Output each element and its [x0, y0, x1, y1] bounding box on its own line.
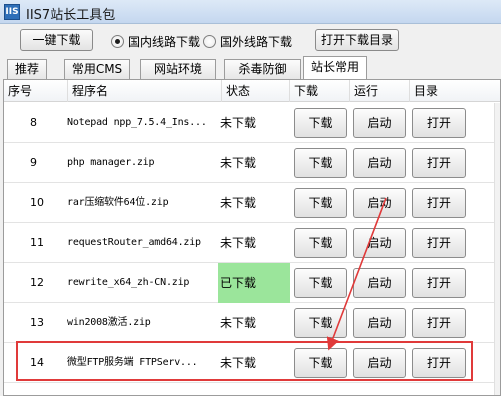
run-button[interactable]: 启动: [353, 228, 406, 258]
program-list-panel: 序号 程序名 状态 下载 运行 目录 14 微型FTP服务端 FTPServ...…: [3, 79, 501, 396]
table-row[interactable]: 14 微型FTP服务端 FTPServ... 未下载 下载 启动 打开: [4, 343, 494, 383]
table-row[interactable]: 12 rewrite_x64_zh-CN.zip 已下载 下载 启动 打开: [4, 263, 494, 303]
download-button[interactable]: 下载: [294, 108, 347, 138]
row-index: 9: [30, 156, 37, 169]
row-program-name: 微型FTP服务端 FTPServ...: [67, 357, 198, 368]
download-button[interactable]: 下载: [294, 148, 347, 178]
download-button[interactable]: 下载: [294, 308, 347, 338]
row-program-name: rar压缩软件64位.zip: [67, 197, 169, 208]
header-status[interactable]: 状态: [222, 80, 290, 102]
row-index: 8: [30, 116, 37, 129]
open-dir-button[interactable]: 打开: [412, 148, 466, 178]
open-dir-button[interactable]: 打开: [412, 228, 466, 258]
app-icon: IIS: [4, 4, 20, 20]
header-run[interactable]: 运行: [350, 80, 410, 102]
main-window: 一键下载 国内线路下载 国外线路下载 打开下载目录 推荐 常用CMS 网站环境 …: [0, 24, 501, 396]
row-status: 未下载: [220, 356, 257, 370]
open-dir-button[interactable]: 打开: [412, 348, 466, 378]
radio-unchecked-icon[interactable]: [203, 34, 216, 48]
row-status: 未下载: [220, 236, 257, 250]
run-button[interactable]: 启动: [353, 308, 406, 338]
vertical-scrollbar[interactable]: [494, 103, 500, 395]
row-index: 11: [30, 236, 44, 249]
row-program-name: requestRouter_amd64.zip: [67, 237, 201, 248]
download-button[interactable]: 下载: [294, 188, 347, 218]
table-row[interactable]: 9 php manager.zip 未下载 下载 启动 打开: [4, 143, 494, 183]
open-dir-button[interactable]: 打开: [412, 108, 466, 138]
radio-domestic-label: 国内线路下载: [128, 34, 201, 49]
tab-webmaster-common[interactable]: 站长常用: [303, 56, 367, 79]
row-index: 13: [30, 316, 44, 329]
one-click-download-button[interactable]: 一键下载: [20, 29, 93, 51]
tab-web-env[interactable]: 网站环境: [140, 59, 216, 79]
row-status: 未下载: [220, 116, 257, 130]
open-dir-button[interactable]: 打开: [412, 188, 466, 218]
row-program-name: rewrite_x64_zh-CN.zip: [67, 277, 190, 288]
window-title: IIS7站长工具包: [26, 8, 116, 23]
run-button[interactable]: 启动: [353, 108, 406, 138]
tab-antivirus[interactable]: 杀毒防御: [224, 59, 301, 79]
tab-recommend[interactable]: 推荐: [7, 59, 47, 79]
row-index: 14: [30, 356, 44, 369]
radio-checked-icon[interactable]: [111, 34, 124, 48]
row-index: 12: [30, 276, 44, 289]
table-row[interactable]: 13 win2008激活.zip 未下载 下载 启动 打开: [4, 303, 494, 343]
list-body: 14 微型FTP服务端 FTPServ... 未下载 下载 启动 打开 13 win2008激…: [4, 103, 500, 395]
row-program-name: php manager.zip: [67, 157, 155, 168]
row-index: 10: [30, 196, 44, 209]
title-bar: IIS IIS7站长工具包: [0, 0, 501, 24]
header-download[interactable]: 下载: [290, 80, 350, 102]
tab-common-cms[interactable]: 常用CMS: [64, 59, 130, 79]
run-button[interactable]: 启动: [353, 148, 406, 178]
row-status: 未下载: [220, 196, 257, 210]
run-button[interactable]: 启动: [353, 348, 406, 378]
open-dir-button[interactable]: 打开: [412, 268, 466, 298]
header-dir[interactable]: 目录: [410, 80, 494, 102]
list-header: 序号 程序名 状态 下载 运行 目录: [4, 80, 500, 102]
row-program-name: win2008激活.zip: [67, 317, 151, 328]
run-button[interactable]: 启动: [353, 268, 406, 298]
row-status: 未下载: [220, 316, 257, 330]
open-dir-button[interactable]: 打开: [412, 308, 466, 338]
table-row[interactable]: 10 rar压缩软件64位.zip 未下载 下载 启动 打开: [4, 183, 494, 223]
row-program-name: Notepad npp_7.5.4_Ins...: [67, 117, 207, 128]
table-row[interactable]: 11 requestRouter_amd64.zip 未下载 下载 启动 打开: [4, 223, 494, 263]
radio-foreign-line[interactable]: 国外线路下载: [203, 32, 292, 50]
download-button[interactable]: 下载: [294, 348, 347, 378]
open-download-dir-button[interactable]: 打开下载目录: [315, 29, 399, 51]
run-button[interactable]: 启动: [353, 188, 406, 218]
row-status: 未下载: [220, 156, 257, 170]
radio-domestic-line[interactable]: 国内线路下载: [111, 32, 200, 50]
row-status: 已下载: [218, 263, 290, 303]
download-button[interactable]: 下载: [294, 228, 347, 258]
header-name[interactable]: 程序名: [68, 80, 222, 102]
download-button[interactable]: 下载: [294, 268, 347, 298]
header-index[interactable]: 序号: [4, 80, 68, 102]
radio-foreign-label: 国外线路下载: [220, 34, 293, 49]
table-row[interactable]: 8 Notepad npp_7.5.4_Ins... 未下载 下载 启动 打开: [4, 103, 494, 143]
